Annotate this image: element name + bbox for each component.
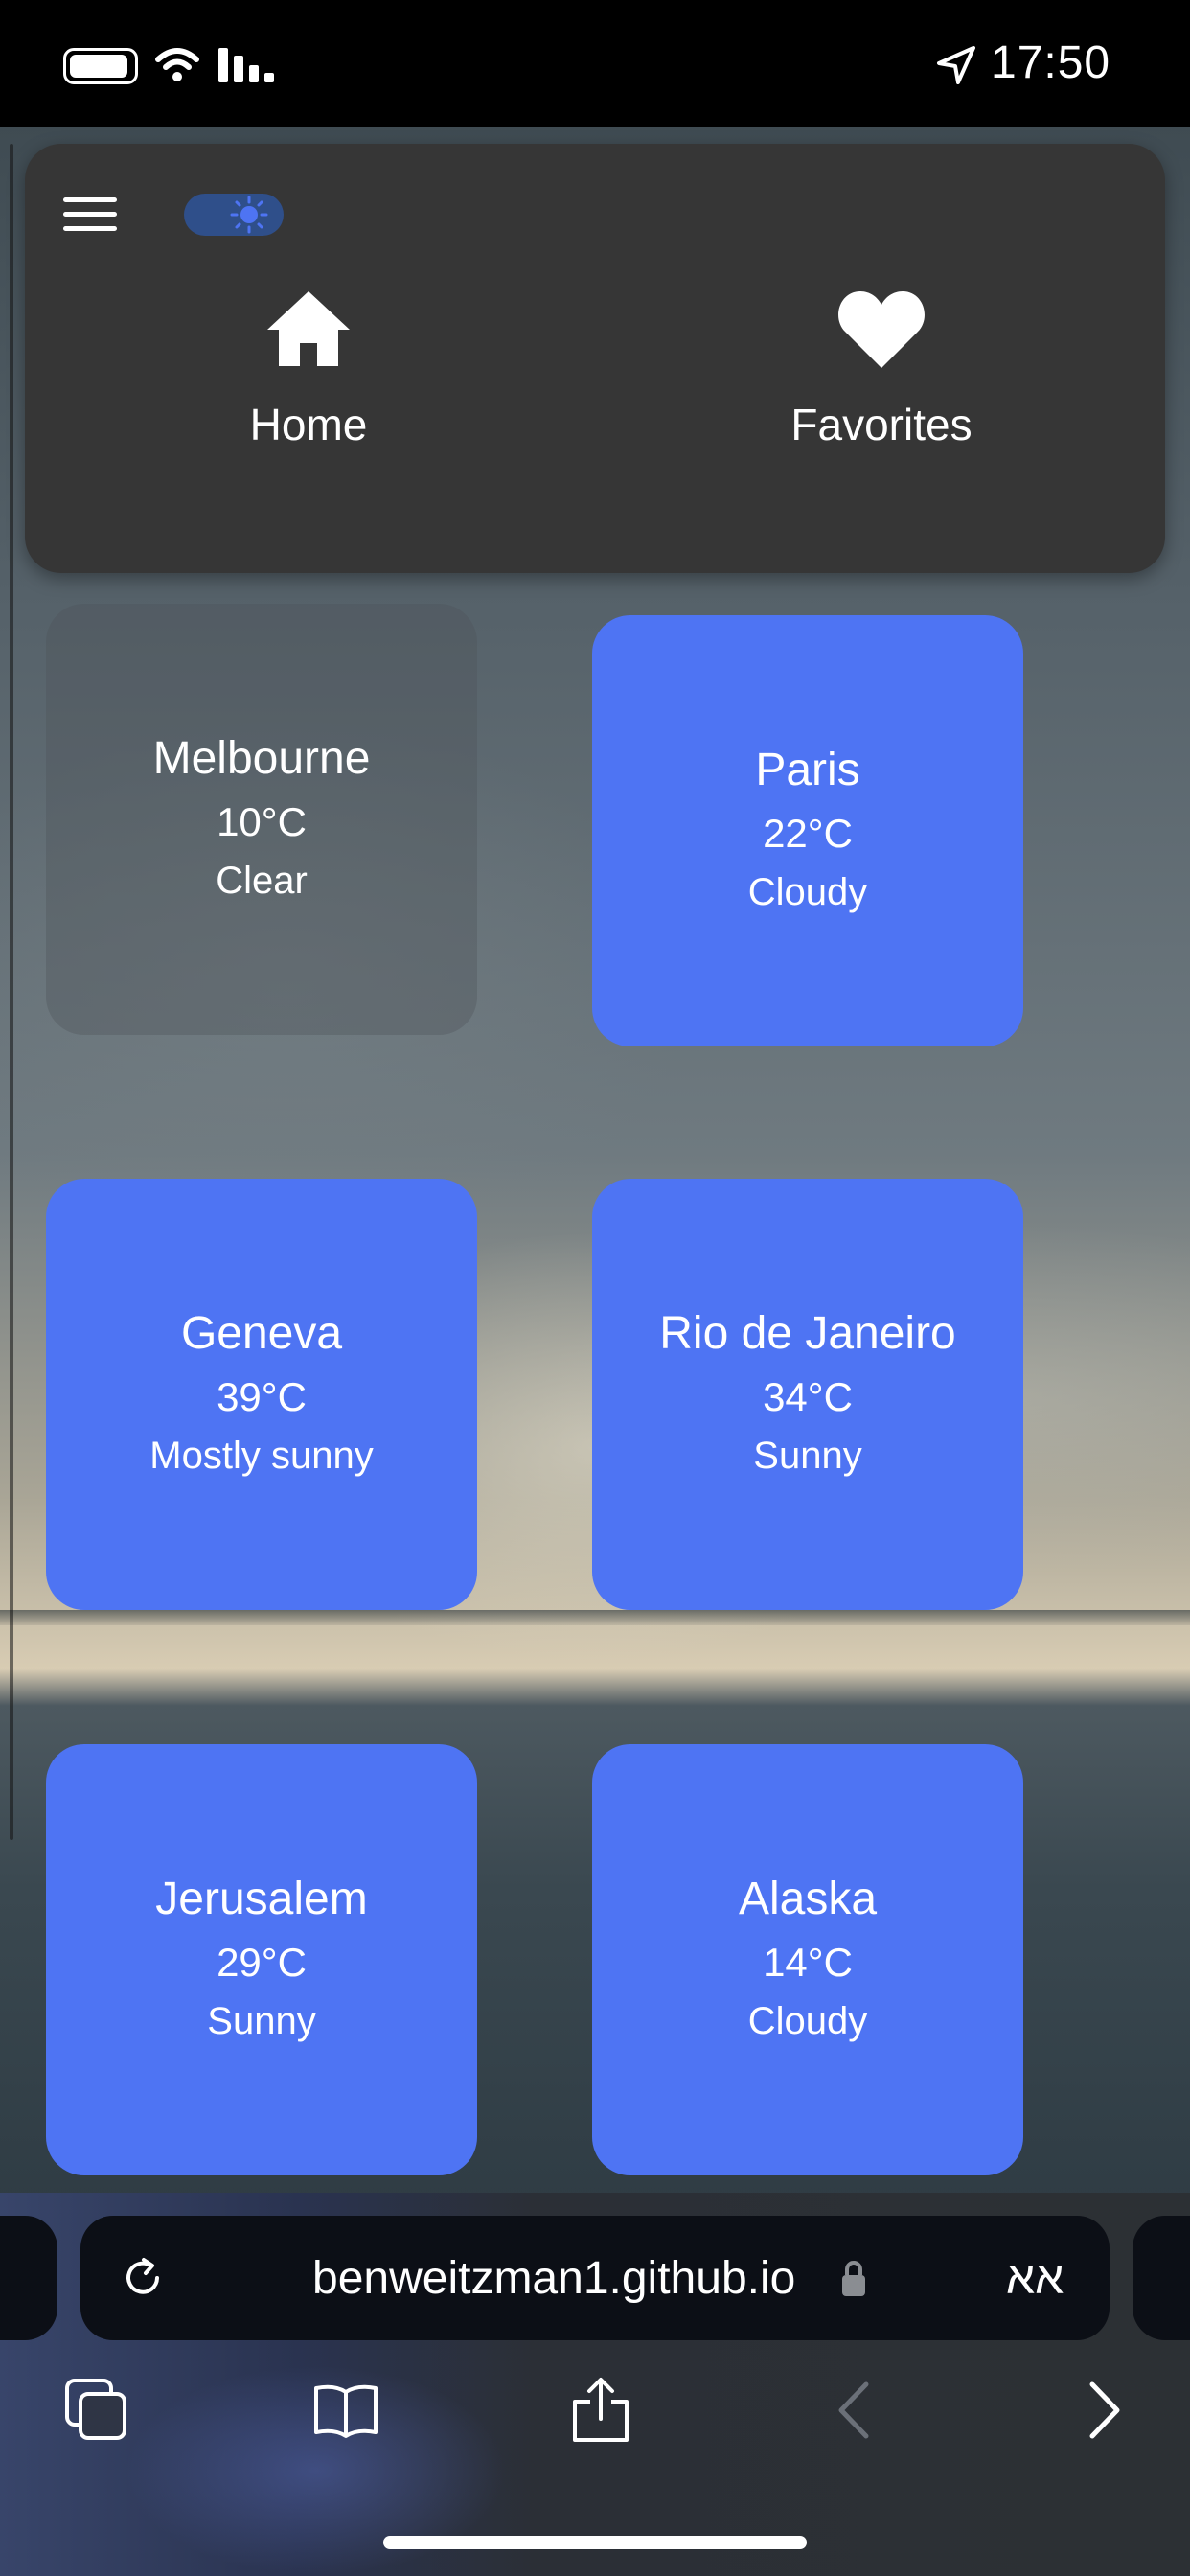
previous-tab-stub[interactable] — [0, 2216, 57, 2340]
book-icon — [314, 2384, 378, 2438]
chevron-right-icon — [1089, 2381, 1120, 2439]
lock-icon — [842, 2261, 865, 2296]
city-temperature: 14°C — [763, 1939, 853, 1985]
city-name: Melbourne — [152, 732, 371, 784]
city-name: Geneva — [180, 1307, 343, 1359]
battery-icon — [63, 48, 138, 84]
city-temperature: 39°C — [217, 1373, 307, 1419]
nav-favorites-label: Favorites — [790, 400, 973, 449]
city-condition: Cloudy — [747, 1999, 868, 2042]
next-tab-stub[interactable] — [1133, 2216, 1190, 2340]
address-bar[interactable]: benweitzman1.github.io אא — [80, 2216, 1110, 2340]
city-temperature: 22°C — [763, 810, 853, 856]
sun-icon — [230, 196, 268, 234]
cellular-signal-icon — [218, 48, 274, 82]
screen: 17:50 Home Favorites Melbourne 10°C Clea… — [0, 0, 1190, 2576]
city-temperature: 34°C — [763, 1373, 853, 1419]
home-indicator[interactable] — [383, 2536, 807, 2549]
city-temperature: 10°C — [217, 798, 307, 844]
back-button[interactable] — [824, 2377, 891, 2444]
nav-favorites-button[interactable]: Favorites — [738, 288, 1025, 479]
city-name: Jerusalem — [155, 1873, 368, 1924]
chevron-left-icon — [838, 2381, 869, 2439]
city-name: Paris — [755, 744, 860, 795]
city-card-paris[interactable]: Paris 22°C Cloudy — [592, 615, 1023, 1046]
nav-home-label: Home — [249, 400, 368, 449]
city-temperature: 29°C — [217, 1939, 307, 1985]
city-card-geneva[interactable]: Geneva 39°C Mostly sunny — [46, 1179, 477, 1610]
url-text[interactable]: benweitzman1.github.io — [312, 2252, 795, 2305]
city-card-alaska[interactable]: Alaska 14°C Cloudy — [592, 1744, 1023, 2175]
hamburger-menu-icon[interactable] — [63, 196, 117, 234]
wifi-icon — [155, 48, 199, 81]
share-button[interactable] — [567, 2377, 634, 2444]
heart-icon — [838, 291, 925, 368]
city-card-jerusalem[interactable]: Jerusalem 29°C Sunny — [46, 1744, 477, 2175]
city-name: Alaska — [738, 1873, 878, 1924]
theme-toggle[interactable] — [184, 194, 284, 236]
header-nav-card: Home Favorites — [25, 144, 1165, 573]
horizon-line — [0, 1610, 1190, 1625]
status-time: 17:50 — [991, 37, 1111, 88]
location-arrow-icon — [937, 46, 975, 84]
city-condition: Cloudy — [747, 870, 868, 913]
city-card-rio-de-janeiro[interactable]: Rio de Janeiro 34°C Sunny — [592, 1179, 1023, 1610]
scroll-indicator[interactable] — [10, 144, 13, 1840]
share-icon — [573, 2378, 629, 2442]
city-condition: Mostly sunny — [149, 1434, 374, 1477]
tabs-button[interactable] — [63, 2377, 130, 2444]
city-condition: Sunny — [753, 1434, 862, 1477]
forward-button[interactable] — [1067, 2377, 1134, 2444]
city-name: Rio de Janeiro — [659, 1307, 956, 1359]
bookmarks-button[interactable] — [312, 2377, 379, 2444]
city-condition: Clear — [216, 859, 308, 902]
reload-icon[interactable] — [119, 2254, 167, 2302]
tabs-icon — [65, 2379, 126, 2440]
nav-home-button[interactable]: Home — [165, 288, 452, 479]
status-bar: 17:50 — [0, 0, 1190, 126]
city-card-melbourne[interactable]: Melbourne 10°C Clear — [46, 604, 477, 1035]
city-condition: Sunny — [207, 1999, 316, 2042]
home-icon — [267, 291, 350, 366]
reader-mode-button[interactable]: אא — [1006, 2252, 1064, 2305]
